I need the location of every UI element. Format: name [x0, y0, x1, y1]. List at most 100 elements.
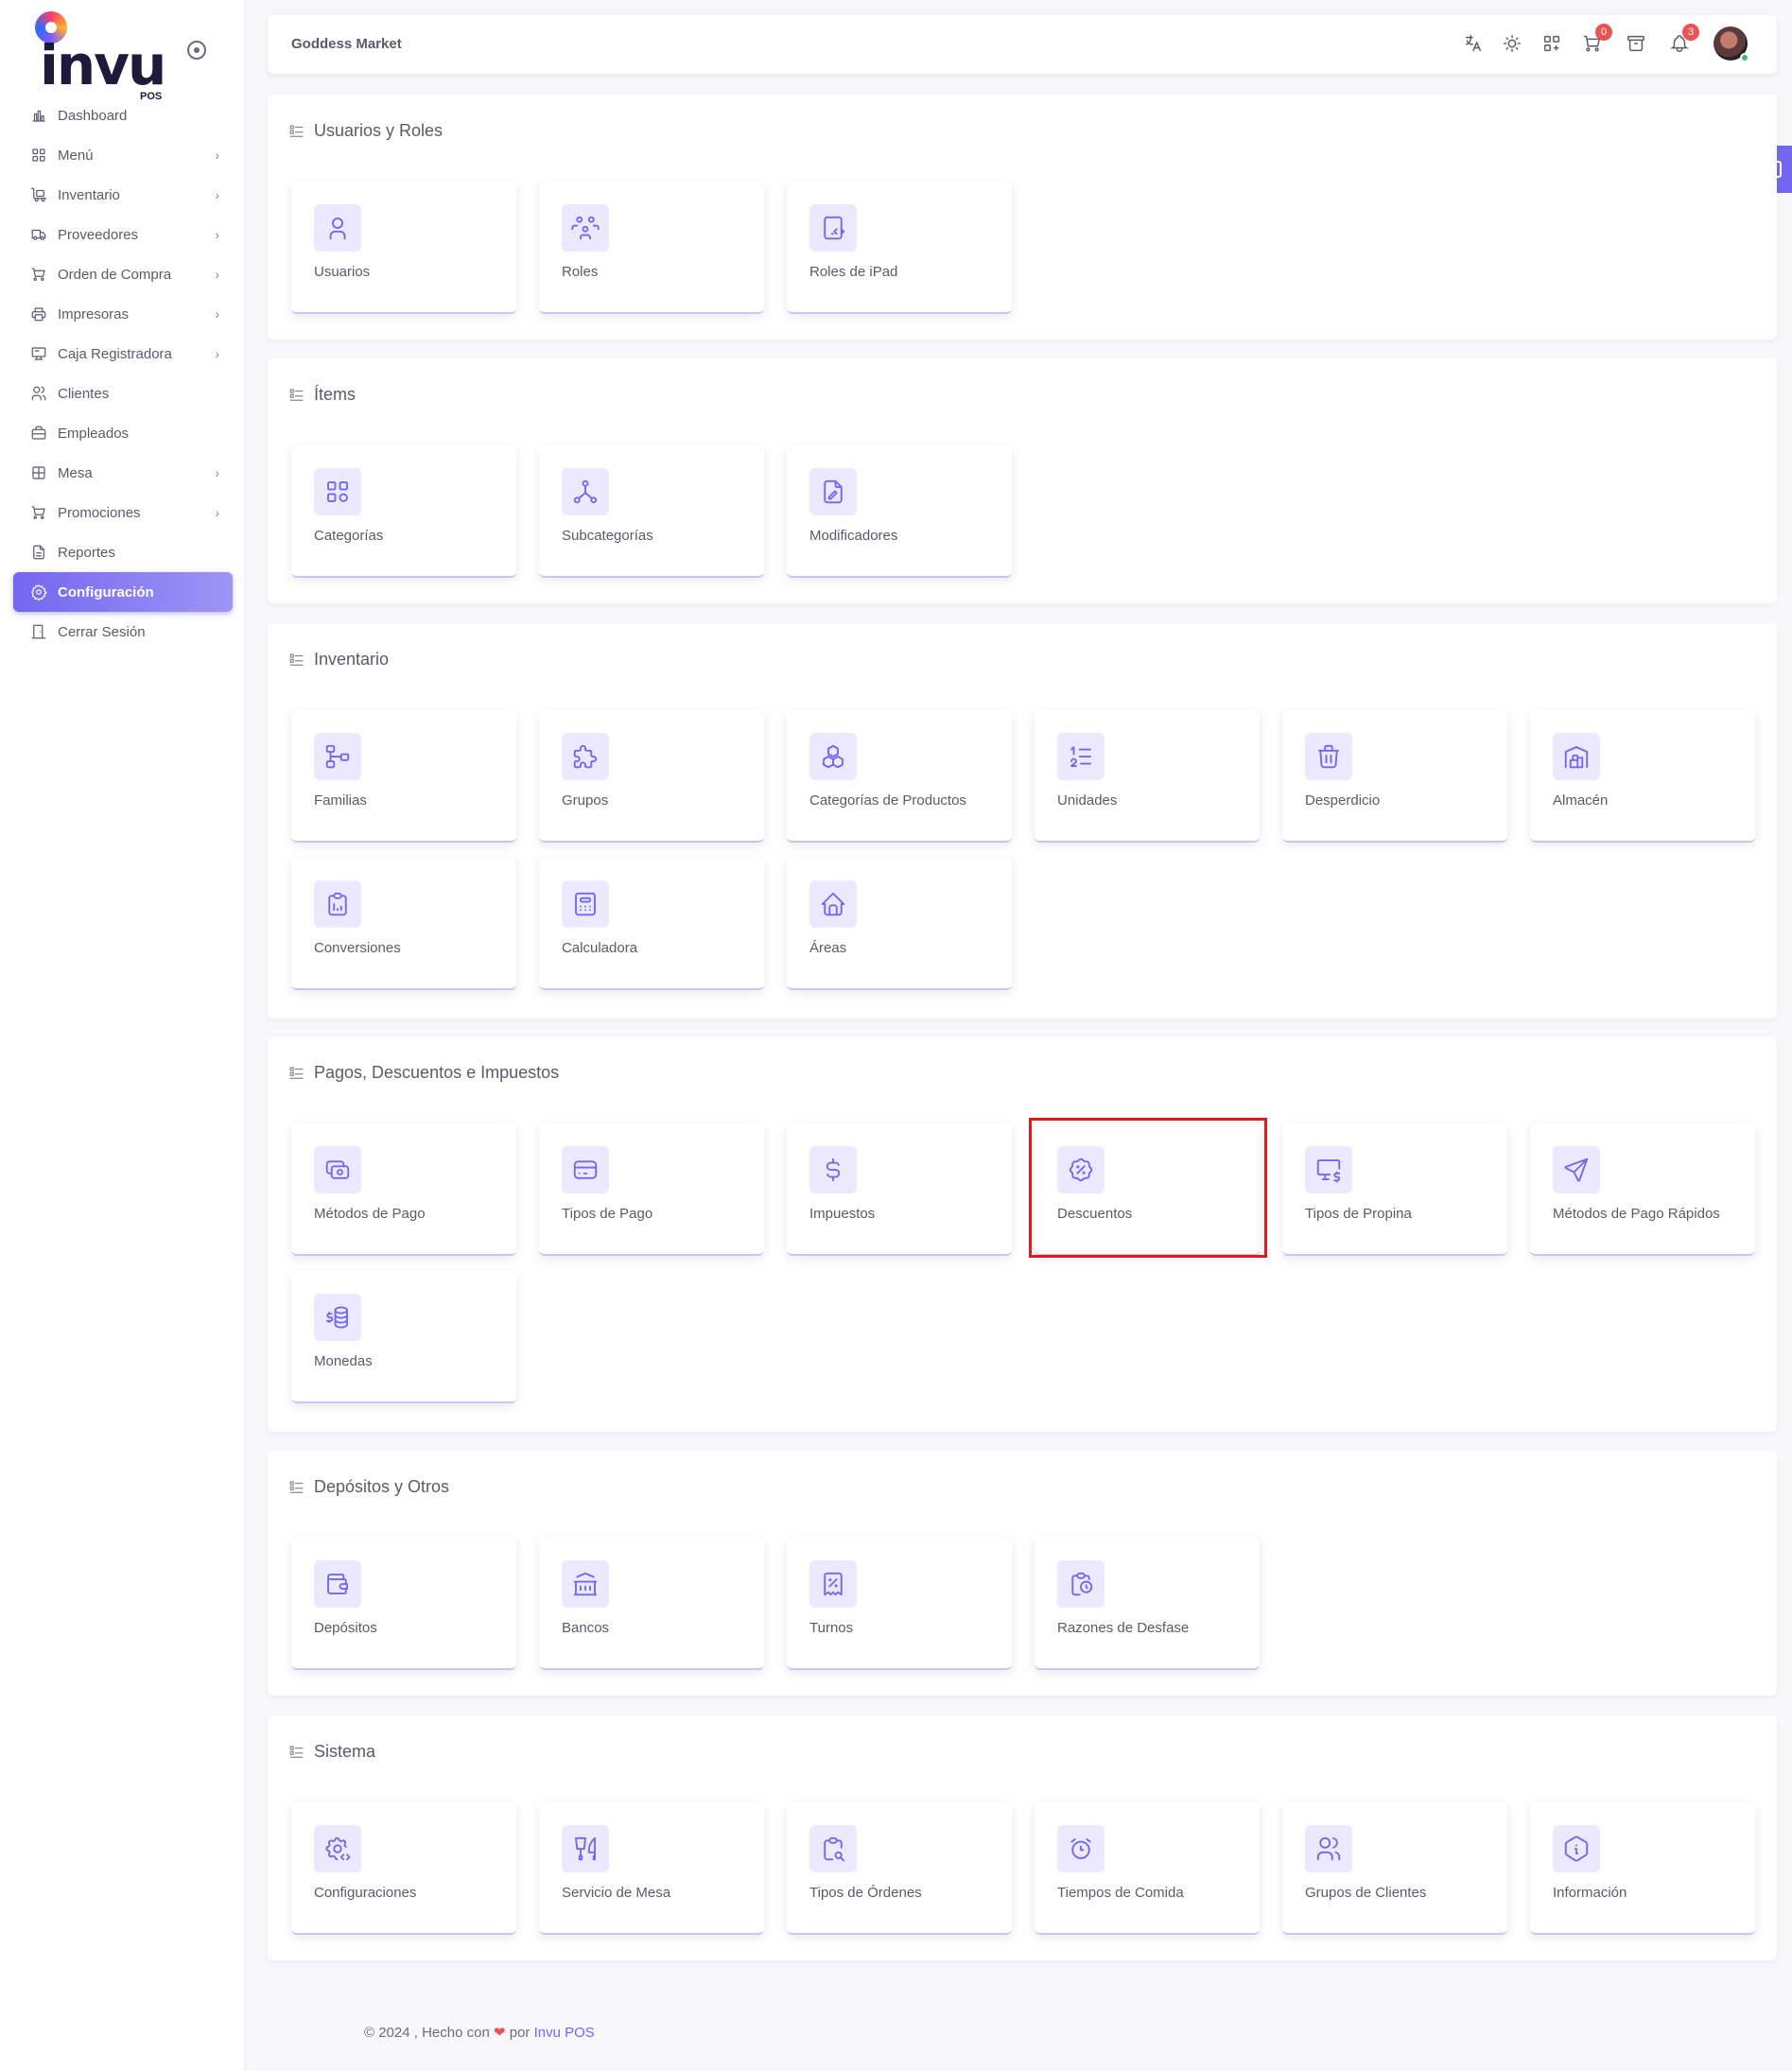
sidebar-item-reportes[interactable]: Reportes	[13, 532, 233, 572]
card-almacen[interactable]: Almacén	[1530, 710, 1755, 843]
info-hexagon-icon	[1553, 1825, 1600, 1872]
card-subcategorias[interactable]: Subcategorías	[539, 445, 764, 578]
card-categorias[interactable]: Categorías	[291, 445, 516, 578]
shortcuts-icon[interactable]	[1540, 31, 1564, 56]
card-familias[interactable]: Familias	[291, 710, 516, 843]
chevron-right-icon: ›	[215, 465, 219, 480]
card-roles[interactable]: Roles	[539, 182, 764, 314]
chevron-right-icon: ›	[215, 187, 219, 202]
card-areas[interactable]: Áreas	[787, 858, 1012, 990]
sidebar-item-orden-de-compra[interactable]: Orden de Compra ›	[13, 254, 233, 294]
card-conversiones[interactable]: Conversiones	[291, 858, 516, 990]
sidebar-item-label: Orden de Compra	[58, 266, 172, 283]
card-usuarios[interactable]: Usuarios	[291, 182, 516, 314]
section-inventario: Inventario Familias Grupos Categorías de Pr…	[268, 623, 1777, 1018]
logout-icon	[30, 623, 47, 640]
chevron-right-icon: ›	[215, 148, 219, 163]
hierarchy-icon	[562, 468, 609, 515]
section-pagos-descuentos-e-impuestos: Pagos, Descuentos e Impuestos Métodos de …	[268, 1036, 1777, 1432]
card-razones-de-desfase[interactable]: Razones de Desfase	[1035, 1538, 1260, 1670]
card-depositos[interactable]: Depósitos	[291, 1538, 516, 1670]
sidebar-item-caja-registradora[interactable]: Caja Registradora ›	[13, 334, 233, 374]
card-calculadora[interactable]: Calculadora	[539, 858, 764, 990]
sidebar-item-promociones[interactable]: Promociones ›	[13, 493, 233, 532]
category-icon	[314, 468, 361, 515]
card-desperdicio[interactable]: Desperdicio	[1282, 710, 1507, 843]
sidebar-item-label: Configuración	[58, 583, 154, 600]
sidebar-item-inventario[interactable]: Inventario ›	[13, 175, 233, 215]
card-label: Configuraciones	[314, 1885, 417, 1901]
card-bancos[interactable]: Bancos	[539, 1538, 764, 1670]
printer-icon	[30, 305, 47, 322]
card-modificadores[interactable]: Modificadores	[787, 445, 1012, 578]
briefcase-icon	[30, 425, 47, 442]
sidebar-toggle-icon[interactable]	[187, 41, 206, 60]
sidebar-item-menu[interactable]: Menú ›	[13, 135, 233, 175]
sidebar-item-impresoras[interactable]: Impresoras ›	[13, 294, 233, 334]
sun-icon[interactable]	[1500, 31, 1524, 56]
card-grupos-de-clientes[interactable]: Grupos de Clientes	[1282, 1802, 1507, 1935]
list-numbers-icon	[1057, 733, 1105, 780]
sidebar-item-label: Clientes	[58, 385, 110, 402]
truck-loading-icon	[30, 186, 47, 203]
chevron-right-icon: ›	[215, 227, 219, 242]
card-label: Monedas	[314, 1353, 373, 1369]
sidebar-item-label: Cerrar Sesión	[58, 623, 146, 640]
card-impuestos[interactable]: Impuestos	[787, 1123, 1012, 1256]
cart-icon[interactable]: 0	[1580, 24, 1612, 56]
list-icon	[288, 123, 305, 140]
sidebar-nav: Dashboard Menú › Inventario › Proveedores › Ord…	[13, 96, 233, 652]
card-label: Modificadores	[809, 528, 898, 544]
sidebar-item-mesa[interactable]: Mesa ›	[13, 453, 233, 493]
section-items: Ítems Categorías Subcategorías Modificadore…	[268, 358, 1777, 603]
card-configuraciones[interactable]: Configuraciones	[291, 1802, 516, 1935]
card-unidades[interactable]: Unidades	[1035, 710, 1260, 843]
sidebar-item-clientes[interactable]: Clientes	[13, 374, 233, 413]
card-label: Depósitos	[314, 1620, 377, 1636]
card-servicio-de-mesa[interactable]: Servicio de Mesa	[539, 1802, 764, 1935]
card-label: Métodos de Pago	[314, 1206, 426, 1222]
card-tiempos-de-comida[interactable]: Tiempos de Comida	[1035, 1802, 1260, 1935]
card-categorias-de-productos[interactable]: Categorías de Productos	[787, 710, 1012, 843]
sidebar-item-dashboard[interactable]: Dashboard	[13, 96, 233, 135]
sidebar-item-label: Proveedores	[58, 226, 139, 243]
sidebar-item-label: Impresoras	[58, 305, 130, 322]
sidebar-item-cerrar-sesion[interactable]: Cerrar Sesión	[13, 612, 233, 652]
card-roles-de-ipad[interactable]: Roles de iPad	[787, 182, 1012, 314]
card-tipos-de-pago[interactable]: Tipos de Pago	[539, 1123, 764, 1256]
highlight-box	[1029, 1118, 1267, 1258]
sidebar-item-label: Reportes	[58, 544, 115, 561]
sidebar-item-configuracion[interactable]: Configuración	[13, 572, 233, 612]
card-label: Almacén	[1553, 792, 1609, 809]
card-tipos-de-propina[interactable]: Tipos de Propina	[1282, 1123, 1507, 1256]
card-metodos-de-pago[interactable]: Métodos de Pago	[291, 1123, 516, 1256]
card-label: Grupos	[562, 792, 609, 809]
user-avatar[interactable]	[1714, 26, 1749, 62]
device-tablet-code-icon	[809, 204, 857, 252]
card-grupos[interactable]: Grupos	[539, 710, 764, 843]
receipt-tax-icon	[809, 1560, 857, 1608]
sidebar-item-label: Inventario	[58, 186, 120, 203]
bell-icon[interactable]: 3	[1667, 24, 1699, 56]
translate-icon[interactable]	[1461, 31, 1486, 56]
card-label: Razones de Desfase	[1057, 1620, 1190, 1636]
card-turnos[interactable]: Turnos	[787, 1538, 1012, 1670]
sidebar-item-empleados[interactable]: Empleados	[13, 413, 233, 453]
sidebar: invu POS Dashboard Menú › Inventario › Provee…	[0, 0, 246, 2071]
card-monedas[interactable]: Monedas	[291, 1271, 516, 1403]
card-label: Desperdicio	[1305, 792, 1381, 809]
cart-icon	[30, 504, 47, 521]
card-label: Usuarios	[314, 264, 371, 280]
chevron-right-icon: ›	[215, 505, 219, 520]
invu-logo[interactable]: invu POS	[30, 9, 172, 102]
footer-brand-link[interactable]: Invu POS	[534, 2025, 595, 2041]
archive-icon[interactable]	[1624, 31, 1648, 56]
card-tipos-de-ordenes[interactable]: Tipos de Órdenes	[787, 1802, 1012, 1935]
card-metodos-de-pago-rapidos[interactable]: Métodos de Pago Rápidos	[1530, 1123, 1755, 1256]
sidebar-item-proveedores[interactable]: Proveedores ›	[13, 215, 233, 254]
card-informacion[interactable]: Información	[1530, 1802, 1755, 1935]
wallet-icon	[314, 1560, 361, 1608]
sidebar-item-label: Promociones	[58, 504, 141, 521]
cart-badge: 0	[1595, 24, 1612, 41]
card-label: Servicio de Mesa	[562, 1885, 671, 1901]
